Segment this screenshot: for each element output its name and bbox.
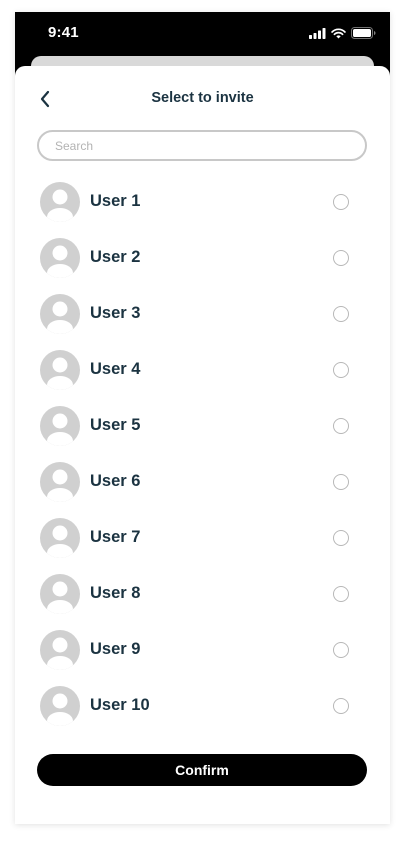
search-input[interactable]: [55, 132, 345, 159]
avatar-icon: [40, 574, 80, 614]
battery-icon: [351, 27, 376, 39]
select-radio[interactable]: [333, 586, 349, 602]
user-name: User 7: [90, 528, 141, 546]
user-row[interactable]: User 4: [15, 344, 390, 400]
invite-sheet: Select to invite User 1 User 2: [15, 66, 390, 824]
select-radio[interactable]: [333, 194, 349, 210]
select-radio[interactable]: [333, 306, 349, 322]
user-row[interactable]: User 8: [15, 568, 390, 624]
user-row[interactable]: User 10: [15, 680, 390, 736]
user-name: User 6: [90, 472, 141, 490]
page-title: Select to invite: [151, 90, 254, 106]
cellular-signal-icon: [309, 27, 326, 39]
avatar-icon: [40, 294, 80, 334]
select-radio[interactable]: [333, 474, 349, 490]
user-row[interactable]: User 9: [15, 624, 390, 680]
user-name: User 8: [90, 584, 141, 602]
avatar-icon: [40, 630, 80, 670]
user-list: User 1 User 2 User 3 User 4 User 5 User …: [15, 176, 390, 736]
user-name: User 4: [90, 360, 141, 378]
user-name: User 1: [90, 192, 141, 210]
user-name: User 5: [90, 416, 141, 434]
user-name: User 3: [90, 304, 141, 322]
status-icons: [309, 27, 376, 39]
select-radio[interactable]: [333, 250, 349, 266]
search-field: [37, 130, 367, 161]
user-row[interactable]: User 1: [15, 176, 390, 232]
avatar-icon: [40, 182, 80, 222]
avatar-icon: [40, 518, 80, 558]
avatar-icon: [40, 462, 80, 502]
phone-frame: 9:41 Select to invite Search User 1 User…: [15, 12, 390, 824]
user-name: User 10: [90, 696, 150, 714]
user-row[interactable]: User 2: [15, 232, 390, 288]
select-radio[interactable]: [333, 530, 349, 546]
user-row[interactable]: User 6: [15, 456, 390, 512]
user-row[interactable]: User 5: [15, 400, 390, 456]
user-row[interactable]: User 3: [15, 288, 390, 344]
avatar-icon: [40, 238, 80, 278]
header: Select to invite: [15, 84, 390, 114]
user-name: User 9: [90, 640, 141, 658]
status-time: 9:41: [48, 24, 79, 41]
avatar-icon: [40, 686, 80, 726]
confirm-button[interactable]: Confirm: [37, 754, 367, 786]
wifi-icon: [331, 27, 346, 38]
select-radio[interactable]: [333, 698, 349, 714]
avatar-icon: [40, 406, 80, 446]
user-name: User 2: [90, 248, 141, 266]
avatar-icon: [40, 350, 80, 390]
select-radio[interactable]: [333, 418, 349, 434]
status-bar: 9:41: [15, 12, 390, 56]
select-radio[interactable]: [333, 362, 349, 378]
user-row[interactable]: User 7: [15, 512, 390, 568]
select-radio[interactable]: [333, 642, 349, 658]
